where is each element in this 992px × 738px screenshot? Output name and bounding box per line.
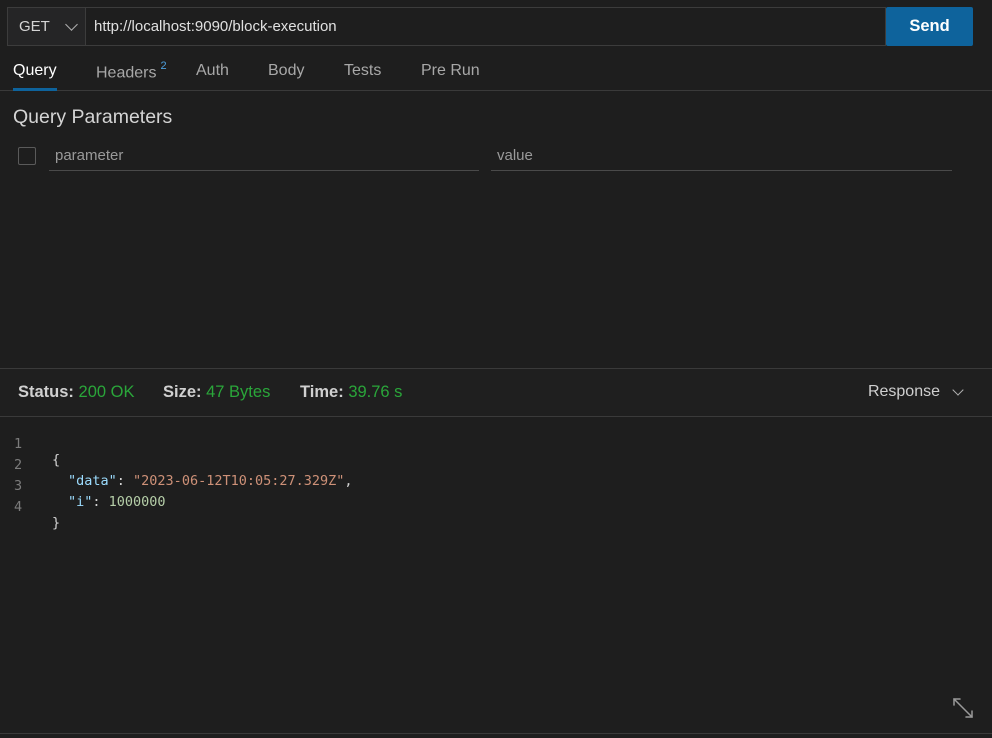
time-stat: Time: 39.76 s (300, 383, 402, 402)
param-name-input[interactable]: parameter (49, 141, 479, 171)
tab-auth[interactable]: Auth (196, 62, 229, 90)
code-line: 3 "i": 1000000 (0, 462, 992, 510)
tab-label: Auth (196, 62, 229, 79)
method-select[interactable]: GET (7, 7, 86, 46)
tab-label: Tests (344, 62, 382, 79)
size-label: Size: (163, 383, 202, 401)
line-number: 4 (14, 499, 23, 515)
response-view-dropdown[interactable]: Response (867, 383, 964, 401)
tab-label: Query (13, 62, 57, 79)
chevron-down-icon (65, 17, 78, 31)
size-value: 47 Bytes (206, 383, 271, 401)
response-view-label: Response (867, 383, 940, 400)
status-label: Status: (18, 383, 74, 401)
size-stat: Size: 47 Bytes (163, 383, 270, 402)
panel-bottom-border (0, 733, 992, 734)
url-text: http://localhost:9090/block-execution (94, 18, 337, 35)
chevron-down-icon (952, 383, 964, 396)
request-bar: GET http://localhost:9090/block-executio… (7, 7, 973, 46)
tab-label: Body (268, 62, 305, 79)
response-body-editor[interactable]: 1 { 2 "data": "2023-06-12T10:05:27.329Z"… (0, 417, 992, 733)
time-label: Time: (300, 383, 344, 401)
send-button[interactable]: Send (886, 7, 973, 46)
rest-client-panel: GET http://localhost:9090/block-executio… (0, 0, 992, 738)
tab-label: Headers (96, 64, 157, 82)
method-label: GET (19, 18, 50, 35)
query-parameters-title: Query Parameters (13, 106, 173, 128)
param-enable-checkbox[interactable] (18, 147, 36, 165)
tab-count-badge: 2 (160, 60, 167, 72)
request-tabs: Query Headers 2 Auth Body Tests Pre Run (0, 56, 992, 91)
status-value: 200 OK (78, 383, 135, 401)
url-input[interactable]: http://localhost:9090/block-execution (86, 7, 886, 46)
tab-body[interactable]: Body (268, 62, 304, 90)
status-stat: Status: 200 OK (18, 383, 134, 402)
response-status-bar: Status: 200 OK Size: 47 Bytes Time: 39.7… (0, 368, 992, 417)
query-param-row: parameter value (18, 141, 958, 173)
code-line: 1 { (0, 420, 992, 468)
code-line: 4 } (0, 483, 992, 531)
param-value-input[interactable]: value (491, 141, 952, 171)
close-brace: } (52, 515, 61, 531)
tab-headers[interactable]: Headers 2 (96, 60, 167, 90)
time-value: 39.76 s (348, 383, 403, 401)
tab-label: Pre Run (421, 62, 480, 79)
expand-icon[interactable] (951, 696, 975, 720)
code-line: 2 "data": "2023-06-12T10:05:27.329Z", (0, 441, 992, 489)
tab-query[interactable]: Query (13, 62, 57, 91)
tab-pre-run[interactable]: Pre Run (421, 62, 480, 90)
line-content: } (52, 515, 60, 531)
tab-tests[interactable]: Tests (344, 62, 381, 90)
